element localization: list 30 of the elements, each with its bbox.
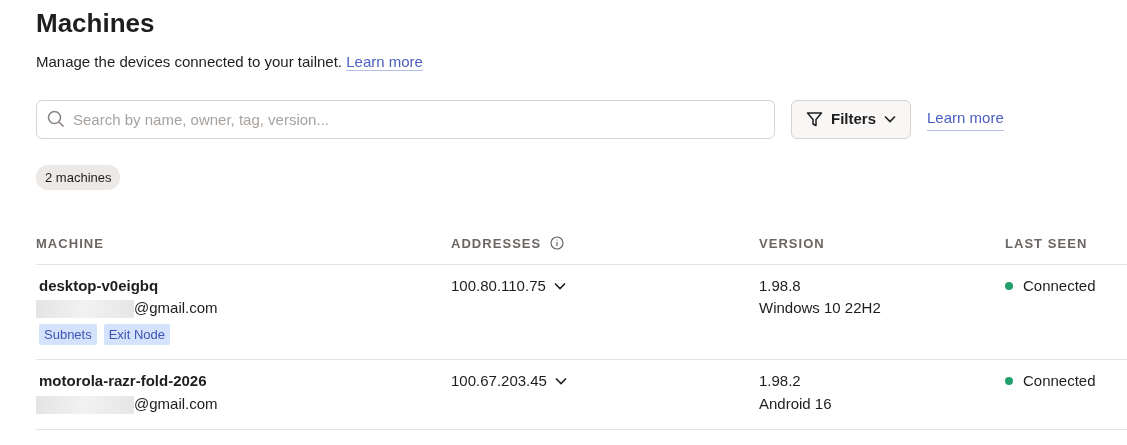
status-text: Connected: [1023, 371, 1096, 392]
info-icon[interactable]: [549, 236, 564, 251]
version-text: 1.98.2: [759, 371, 802, 392]
machine-count: 2 machines: [36, 164, 121, 191]
machine-name[interactable]: motorola-razr-fold-2026: [36, 370, 451, 393]
search-field[interactable]: Search by name, owner, tag, version...: [36, 99, 775, 139]
filters-button[interactable]: Filters: [791, 99, 911, 139]
chevron-down-icon: [884, 115, 896, 124]
column-header: MACHINE: [36, 236, 104, 252]
learn-more-link[interactable]: Learn more: [927, 107, 1004, 131]
machine-name[interactable]: desktop-v0eigbq: [36, 274, 451, 298]
os-text: Android 16: [759, 393, 833, 414]
machine-tag: Exit Node: [103, 323, 171, 346]
owner-email: @gmail.com: [134, 394, 218, 412]
filter-icon: [806, 110, 823, 128]
column-header: LAST SEEN: [1005, 236, 1088, 252]
owner-email: @gmail.com: [134, 299, 218, 317]
learn-more-link[interactable]: Learn more: [346, 53, 423, 72]
page-subtitle: Manage the devices connected to your tailnet. Learn more: [36, 52, 424, 74]
version-text: 1.98.8: [759, 275, 802, 296]
machine-tag: Subnets: [39, 323, 97, 346]
page-title: Machines: [36, 8, 156, 40]
chevron-down-icon: [554, 377, 567, 386]
column-header: ADDRESSES: [451, 236, 542, 252]
address-dropdown[interactable]: 100.67.203.45: [451, 370, 567, 393]
chevron-down-icon: [553, 281, 566, 290]
address-dropdown[interactable]: 100.80.110.75: [451, 274, 566, 298]
status-text: Connected: [1023, 275, 1096, 296]
os-text: Windows 10 22H2: [759, 298, 882, 319]
column-header: VERSION: [759, 236, 825, 252]
